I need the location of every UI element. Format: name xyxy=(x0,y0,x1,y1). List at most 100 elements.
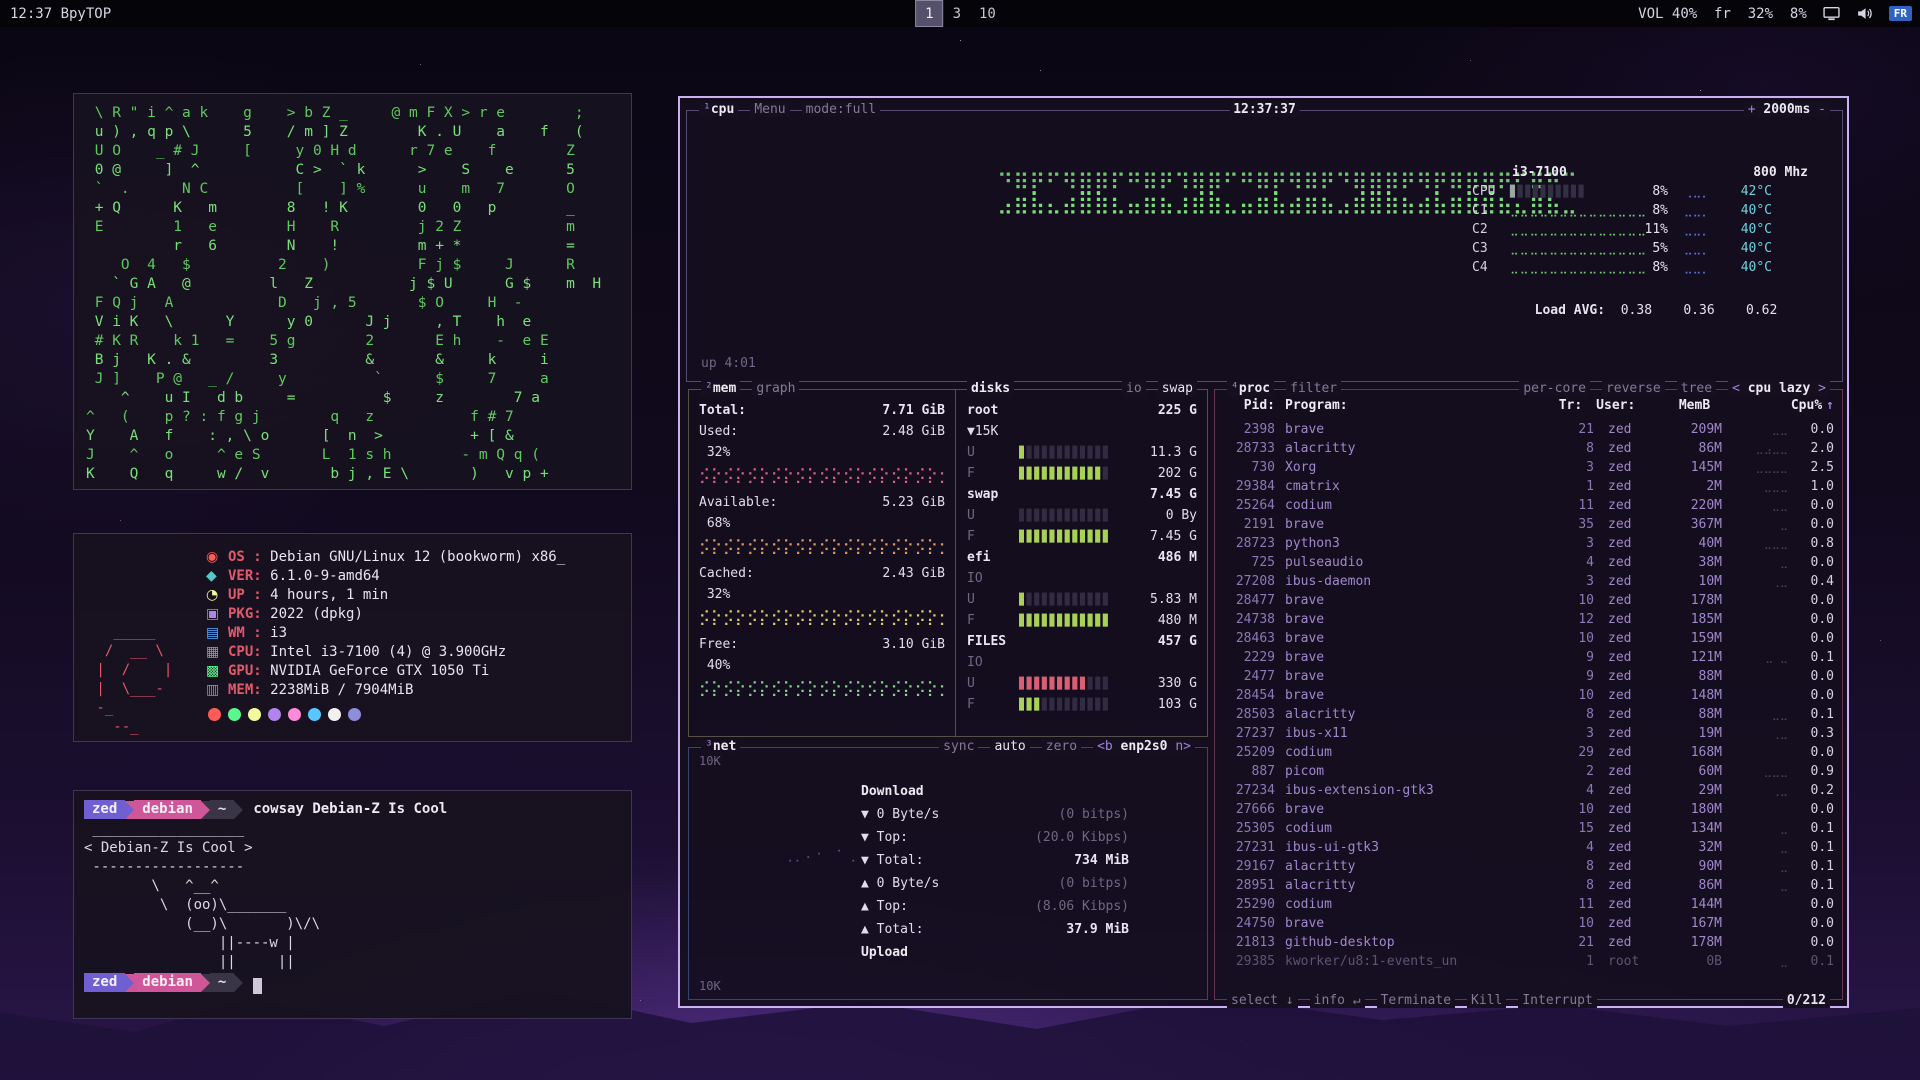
process-row[interactable]: 29385 kworker/u8:1-events_un 1 root 0B ⣀… xyxy=(1223,952,1834,971)
bar-status-text: VOL 40% fr 32% 8% xyxy=(1638,6,1807,22)
cowsay-line: ------------------ xyxy=(84,858,621,877)
io-toggle[interactable]: io xyxy=(1122,381,1146,396)
process-row[interactable]: 28454 brave 10 zed 148M 0.0 xyxy=(1223,686,1834,705)
proc-cpu-graph: ⣀⣀⣀ xyxy=(1722,534,1788,553)
process-row[interactable]: 27231 ibus-ui-gtk3 4 zed 32M ⣀ 0.1 xyxy=(1223,838,1834,857)
interface-selector[interactable]: <b enp2s0 n> xyxy=(1093,739,1195,754)
proc-action-button[interactable]: select ↓ xyxy=(1227,993,1298,1008)
cmatrix-terminal-window[interactable]: \ R " i ^ a k g > b Z _ @ m F X > r e ; … xyxy=(73,93,632,490)
workspace-button[interactable]: 3 xyxy=(944,0,970,27)
proc-cpu: 0.0 xyxy=(1788,667,1834,686)
matrix-rain-line: B j K . & 3 & & k i xyxy=(86,351,619,370)
col-memory[interactable]: MemB xyxy=(1654,398,1710,413)
cowsay-line: < Debian-Z Is Cool > xyxy=(84,839,621,858)
net-toggle[interactable]: zero xyxy=(1042,739,1081,754)
graph-toggle[interactable]: graph xyxy=(752,381,799,396)
menu-button[interactable]: Menu xyxy=(750,102,789,117)
proc-pid: 28733 xyxy=(1223,439,1275,458)
bpytop-window[interactable]: ¹cpu Menu mode:full 12:37:37 + 2000ms - … xyxy=(678,96,1849,1008)
proc-action-button[interactable]: info ↵ xyxy=(1310,993,1365,1008)
proc-action-button[interactable]: Interrupt xyxy=(1518,993,1596,1008)
net-toggle[interactable]: auto xyxy=(990,739,1029,754)
process-row[interactable]: 2477 brave 9 zed 88M 0.0 xyxy=(1223,667,1834,686)
process-row[interactable]: 24738 brave 12 zed 185M 0.0 xyxy=(1223,610,1834,629)
memory-stat-row: Total: 7.71 GiB xyxy=(699,400,945,421)
core-label: C1 xyxy=(1472,201,1510,220)
prompt-path-segment: ~ xyxy=(210,800,234,819)
col-program[interactable]: Program: xyxy=(1275,398,1554,413)
cowsay-line: __________________ xyxy=(84,820,621,839)
process-row[interactable]: 28733 alacritty 8 zed 86M ⣀⣠⣀⣀ 2.0 xyxy=(1223,439,1834,458)
disk-label: FILES xyxy=(967,631,1019,652)
proc-cpu: 0.0 xyxy=(1788,933,1834,952)
process-row[interactable]: 725 pulseaudio 4 zed 38M ⣀ 0.0 xyxy=(1223,553,1834,572)
memory-stat-row: Used: 2.48 GiB xyxy=(699,421,945,442)
process-row[interactable]: 28951 alacritty 8 zed 86M ⣀ 0.1 xyxy=(1223,876,1834,895)
speaker-icon[interactable] xyxy=(1856,5,1873,22)
workspace-button[interactable]: 1 xyxy=(915,0,943,27)
proc-program: brave xyxy=(1275,648,1566,667)
process-row[interactable]: 2229 brave 9 zed 121M ⣀ ⣀ 0.1 xyxy=(1223,648,1834,667)
sort-selector[interactable]: < cpu lazy > xyxy=(1728,381,1830,396)
mem-disks-divider xyxy=(955,390,956,736)
process-row[interactable]: 27234 ibus-extension-gtk3 4 zed 29M ⢀⣀ 0… xyxy=(1223,781,1834,800)
mode-toggle[interactable]: mode:full xyxy=(802,102,880,117)
process-row[interactable]: 2191 brave 35 zed 367M ⣀ 0.0 xyxy=(1223,515,1834,534)
keyboard-layout-badge[interactable]: FR xyxy=(1889,6,1912,21)
core-label: C4 xyxy=(1472,258,1510,277)
process-row[interactable]: 25290 codium 11 zed 144M 0.0 xyxy=(1223,895,1834,914)
core-temp-graph: ⣀⣀⡀ xyxy=(1668,258,1726,277)
cowsay-terminal-window[interactable]: zed debian ~ cowsay Debian-Z Is Cool ___… xyxy=(73,790,632,1019)
process-row[interactable]: 887 picom 2 zed 60M ⣀⣀⣀ 0.9 xyxy=(1223,762,1834,781)
neofetch-terminal-window[interactable]: _____ / __ \ | / | | \___- -_ --_ ◉ OS :… xyxy=(73,533,632,742)
interval-control[interactable]: + 2000ms - xyxy=(1744,102,1830,117)
process-row[interactable]: 730 Xorg 3 zed 145M ⣀⣀⣀⣀ 2.5 xyxy=(1223,458,1834,477)
process-row[interactable]: 28503 alacritty 8 zed 88M ⣀⣀ 0.1 xyxy=(1223,705,1834,724)
process-row[interactable]: 24750 brave 10 zed 167M 0.0 xyxy=(1223,914,1834,933)
col-pid[interactable]: Pid: xyxy=(1223,398,1275,413)
disk-label: efi xyxy=(967,547,1019,568)
process-row[interactable]: 2398 brave 21 zed 209M ⣀⣀ 0.0 xyxy=(1223,420,1834,439)
process-row[interactable]: 27208 ibus-daemon 3 zed 10M ⢀⣀ 0.4 xyxy=(1223,572,1834,591)
disk-label: U xyxy=(967,589,1019,610)
system-info-row: ◆ VER : 6.1.0-9-amd64 xyxy=(206,567,617,586)
process-row[interactable]: 25305 codium 15 zed 134M ⣀ 0.1 xyxy=(1223,819,1834,838)
matrix-rain-line: r 6 N ! m + * = xyxy=(86,237,619,256)
process-row[interactable]: 25264 codium 11 zed 220M ⣀⣀ 0.0 xyxy=(1223,496,1834,515)
proc-memory: 178M xyxy=(1666,591,1722,610)
process-row[interactable]: 28463 brave 10 zed 159M 0.0 xyxy=(1223,629,1834,648)
col-cpu[interactable]: Cpu% xyxy=(1776,398,1822,413)
core-temp-graph: ⣀⣀⡀ xyxy=(1668,220,1726,239)
proc-memory: 209M xyxy=(1666,420,1722,439)
matrix-rain-line: E 1 e H R j 2 Z m xyxy=(86,218,619,237)
process-row[interactable]: 27237 ibus-x11 3 zed 19M ⢀⣀ 0.3 xyxy=(1223,724,1834,743)
memory-stat-row: ⡪⡕⡪⡕⡪⡕⡪⡕⡪⡕⡪⡕⡪⡕⡪⡕⡪⡕⡪⡕⡪⡕⡪⡕ xyxy=(699,463,945,487)
proc-user: zed xyxy=(1594,705,1666,724)
process-row[interactable]: 29384 cmatrix 1 zed 2M ⣀⣀⣀ 1.0 xyxy=(1223,477,1834,496)
net-toggle[interactable]: sync xyxy=(939,739,978,754)
proc-user: zed xyxy=(1594,667,1666,686)
proc-toggle[interactable]: tree xyxy=(1677,381,1716,396)
filter-button[interactable]: filter xyxy=(1286,381,1341,396)
proc-toggle[interactable]: per-core xyxy=(1519,381,1590,396)
process-row[interactable]: 27666 brave 10 zed 180M 0.0 xyxy=(1223,800,1834,819)
col-threads[interactable]: Tr: xyxy=(1554,398,1582,413)
proc-action-button[interactable]: Terminate xyxy=(1377,993,1455,1008)
workspace-button[interactable]: 10 xyxy=(970,0,1005,27)
info-glyph-icon: ▤ xyxy=(206,624,228,643)
process-row[interactable]: 25209 codium 29 zed 168M 0.0 xyxy=(1223,743,1834,762)
net-label: Upload xyxy=(861,941,908,964)
col-user[interactable]: User: xyxy=(1582,398,1654,413)
process-row[interactable]: 28723 python3 3 zed 40M ⣀⣀⣀ 0.8 xyxy=(1223,534,1834,553)
process-row[interactable]: 29167 alacritty 8 zed 90M ⣀ 0.1 xyxy=(1223,857,1834,876)
load-average-row: Load AVG: 0.38 0.36 0.62 xyxy=(1472,282,1808,339)
logo-line: _____ xyxy=(88,623,206,642)
process-row[interactable]: 21813 github-desktop 21 zed 178M 0.0 xyxy=(1223,933,1834,952)
proc-action-button[interactable]: Kill xyxy=(1467,993,1506,1008)
proc-toggle[interactable]: reverse xyxy=(1602,381,1665,396)
swap-toggle[interactable]: swap xyxy=(1158,381,1197,396)
sort-direction-icon[interactable]: ↑ xyxy=(1826,398,1834,413)
process-row[interactable]: 28477 brave 10 zed 178M 0.0 xyxy=(1223,591,1834,610)
proc-user: zed xyxy=(1594,648,1666,667)
terminal-cursor[interactable] xyxy=(253,978,262,994)
